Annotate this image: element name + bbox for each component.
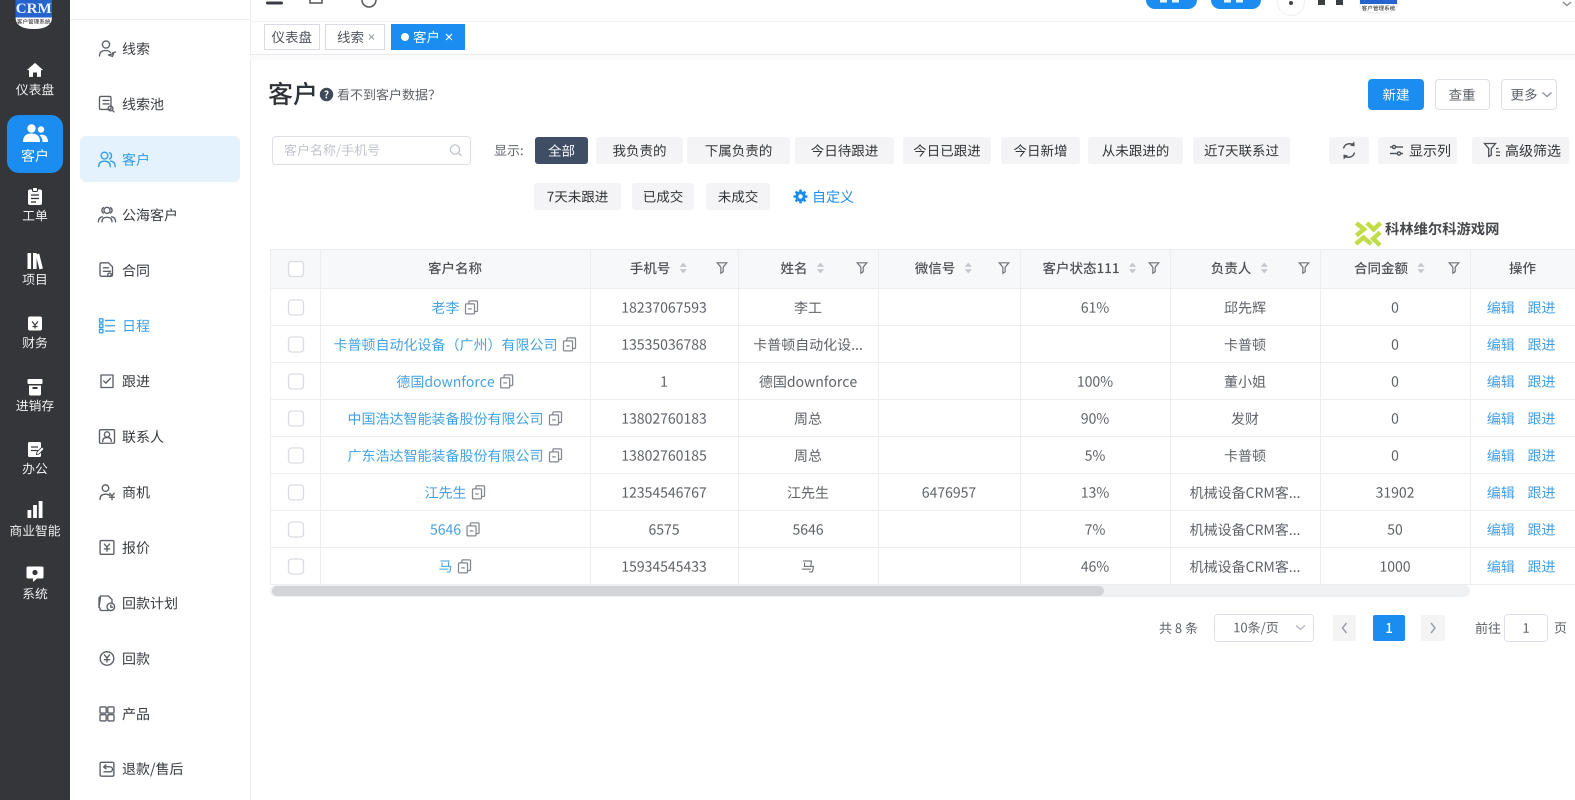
svg-text:CRM: CRM: [16, 1, 52, 17]
